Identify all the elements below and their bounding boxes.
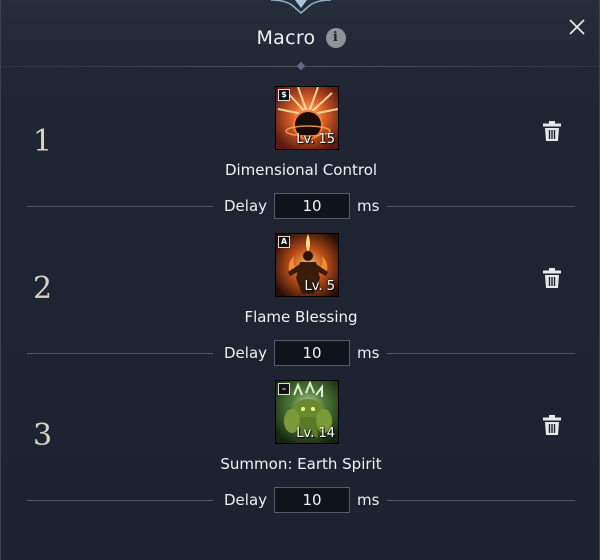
- macro-entry: 3 – Lv. 14 Summon: Earth Spirit Delay 10…: [1, 380, 600, 527]
- delay-label: Delay: [224, 344, 268, 362]
- macro-panel: Macro i 1 $ Lv. 15 Dimensional Control D…: [0, 0, 600, 560]
- skill-name: Summon: Earth Spirit: [220, 455, 382, 473]
- divider: [27, 353, 213, 354]
- header: Macro i: [1, 0, 600, 71]
- close-icon[interactable]: [567, 17, 587, 37]
- divider: [387, 353, 575, 354]
- divider: [27, 206, 213, 207]
- info-icon[interactable]: i: [325, 27, 346, 48]
- flame-figure-icon[interactable]: A Lv. 5: [275, 233, 339, 297]
- skill-badge: A: [278, 236, 290, 248]
- delay-label: Delay: [224, 491, 268, 509]
- entry-number: 3: [33, 418, 53, 453]
- entry-number: 2: [33, 271, 53, 306]
- macro-entry: 1 $ Lv. 15 Dimensional Control Delay 10 …: [1, 86, 600, 233]
- divider: [387, 206, 575, 207]
- delay-input[interactable]: [274, 340, 350, 366]
- skill-level: Lv. 15: [296, 132, 335, 147]
- macro-entry: 2 A Lv. 5 Flame Blessing Delay 10 ms: [1, 233, 600, 380]
- delay-row: Delay ms: [1, 486, 600, 514]
- skill-name: Dimensional Control: [224, 161, 378, 179]
- skill-name: Flame Blessing: [244, 308, 358, 326]
- trash-icon[interactable]: [542, 120, 562, 142]
- trash-icon[interactable]: [542, 414, 562, 436]
- delay-input[interactable]: [274, 193, 350, 219]
- page-title: Macro i: [1, 26, 600, 49]
- unit-label: ms: [357, 197, 380, 215]
- title-text: Macro: [256, 26, 316, 49]
- delay-row: Delay ms: [1, 339, 600, 367]
- unit-label: ms: [357, 344, 380, 362]
- earth-spirit-icon[interactable]: – Lv. 14: [275, 380, 339, 444]
- trash-icon[interactable]: [542, 267, 562, 289]
- delay-label: Delay: [224, 197, 268, 215]
- divider: [387, 500, 575, 501]
- divider: [27, 500, 213, 501]
- entry-number: 1: [33, 124, 53, 159]
- skill-level: Lv. 14: [296, 426, 335, 441]
- skill-badge: –: [278, 383, 290, 395]
- delay-input[interactable]: [274, 487, 350, 513]
- skill-badge: $: [278, 89, 290, 101]
- skill-level: Lv. 5: [304, 279, 335, 294]
- delay-row: Delay ms: [1, 192, 600, 220]
- dark-orb-icon[interactable]: $ Lv. 15: [275, 86, 339, 150]
- unit-label: ms: [357, 491, 380, 509]
- header-divider-ornament: [296, 61, 306, 71]
